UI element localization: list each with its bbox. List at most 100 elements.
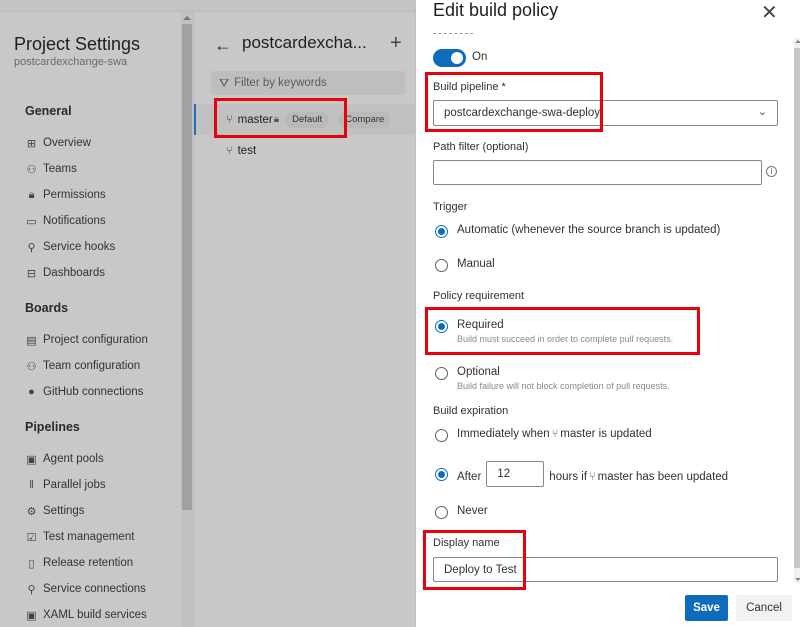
test-management-icon: ☑ bbox=[26, 531, 37, 544]
policy-requirement-label: Policy requirement bbox=[433, 290, 525, 302]
display-name-label: Display name bbox=[433, 537, 500, 549]
path-filter-input[interactable] bbox=[433, 160, 762, 185]
parallel-jobs-icon: ‖ bbox=[29, 479, 34, 491]
radio-selected[interactable] bbox=[435, 225, 448, 238]
build-pipeline-dropdown[interactable]: postcardexchange-swa-deploy ⌄ bbox=[433, 100, 778, 126]
enabled-label-clipped bbox=[433, 33, 473, 34]
scroll-up-arrow-icon[interactable] bbox=[183, 16, 191, 20]
path-filter-label: Path filter (optional) bbox=[433, 141, 529, 153]
team-configuration-icon: ⚇ bbox=[26, 360, 37, 373]
branch-row-master[interactable]: ⑂ master 🔒︎ Default Compare bbox=[194, 104, 415, 135]
sidebar-item-agent-pools[interactable]: ▣ Agent pools bbox=[25, 451, 103, 467]
sidebar-item-service-connections[interactable]: ⚲ Service connections bbox=[25, 581, 145, 597]
back-arrow-icon[interactable]: ← bbox=[214, 35, 232, 56]
panel-title: Edit build policy bbox=[433, 0, 559, 20]
radio-unselected[interactable] bbox=[435, 506, 448, 519]
build-pipeline-label: Build pipeline * bbox=[433, 81, 506, 93]
compare-button[interactable]: Compare bbox=[338, 111, 392, 128]
service-hooks-icon: ⚲ bbox=[27, 241, 36, 254]
add-branch-button[interactable]: + bbox=[390, 32, 402, 55]
sidebar-item-project-configuration[interactable]: ▤ Project configuration bbox=[25, 332, 148, 348]
service-connections-icon: ⚲ bbox=[27, 583, 36, 596]
branches-pane: ← postcardexcha... + ⛛ Filter by keyword… bbox=[194, 12, 415, 627]
sidebar-item-service-hooks[interactable]: ⚲ Service hooks bbox=[25, 239, 115, 255]
edit-build-policy-panel: Edit build policy ✕ On Build pipeline * … bbox=[415, 0, 800, 627]
sidebar-item-teams[interactable]: ⚇ Teams bbox=[25, 161, 77, 177]
branch-icon: ⑂ bbox=[551, 428, 559, 440]
sidebar-item-release-retention[interactable]: ▯ Release retention bbox=[25, 555, 133, 571]
save-button[interactable]: Save bbox=[685, 595, 728, 621]
chevron-down-icon: ⌄ bbox=[757, 106, 767, 118]
project-configuration-icon: ▤ bbox=[26, 334, 37, 347]
scroll-up-arrow-icon[interactable] bbox=[795, 40, 800, 43]
sidebar-title: Project Settings bbox=[14, 34, 141, 54]
policy-optional-radio[interactable]: Optional Build failure will not block co… bbox=[435, 366, 670, 391]
scroll-down-arrow-icon[interactable] bbox=[795, 578, 800, 581]
lock-icon: 🔒︎ bbox=[28, 188, 35, 201]
branch-icon: ⑂ bbox=[226, 144, 233, 157]
lock-icon: 🔒︎ bbox=[273, 114, 280, 125]
cancel-button[interactable]: Cancel bbox=[736, 595, 792, 621]
trigger-automatic-radio[interactable]: Automatic (whenever the source branch is… bbox=[435, 224, 720, 238]
sidebar-item-overview[interactable]: ⊞ Overview bbox=[25, 135, 91, 151]
panel-scrollbar[interactable] bbox=[794, 38, 800, 583]
expiration-after-radio[interactable]: After 12 hours if ⑂ master has been upda… bbox=[435, 461, 728, 487]
close-icon[interactable]: ✕ bbox=[761, 0, 778, 25]
toggle-knob bbox=[451, 52, 463, 64]
agent-pools-icon: ▣ bbox=[26, 453, 37, 466]
expiration-hours-input[interactable]: 12 bbox=[486, 461, 545, 487]
section-general: General bbox=[25, 104, 72, 118]
repo-title: postcardexcha... bbox=[242, 33, 367, 52]
optional-description: Build failure will not block completion … bbox=[457, 381, 670, 391]
notifications-icon: ▭ bbox=[26, 215, 37, 228]
radio-unselected[interactable] bbox=[435, 429, 448, 442]
info-icon[interactable]: i bbox=[766, 166, 777, 177]
teams-icon: ⚇ bbox=[26, 163, 37, 176]
panel-scrollbar-thumb[interactable] bbox=[794, 48, 800, 568]
project-name: postcardexchange-swa bbox=[14, 56, 128, 68]
sidebar-item-test-management[interactable]: ☑ Test management bbox=[25, 529, 135, 545]
sidebar-item-xaml-build-services[interactable]: ▣ XAML build services bbox=[25, 607, 146, 623]
sidebar-item-notifications[interactable]: ▭ Notifications bbox=[25, 213, 105, 229]
filter-input[interactable]: ⛛ Filter by keywords bbox=[211, 71, 405, 95]
branch-icon: ⑂ bbox=[226, 113, 233, 126]
trigger-manual-radio[interactable]: Manual bbox=[435, 258, 495, 272]
build-pipeline-value: postcardexchange-swa-deploy bbox=[444, 107, 600, 119]
sidebar-item-dashboards[interactable]: ⊟ Dashboards bbox=[25, 265, 105, 281]
sidebar-item-parallel-jobs[interactable]: ‖ Parallel jobs bbox=[25, 477, 105, 493]
overview-icon: ⊞ bbox=[26, 137, 37, 150]
display-name-input[interactable]: Deploy to Test bbox=[433, 557, 778, 582]
toggle-state-label: On bbox=[472, 51, 488, 63]
branch-row-test[interactable]: ⑂ test bbox=[194, 135, 415, 166]
default-badge: Default bbox=[285, 111, 330, 128]
expiration-immediately-radio[interactable]: Immediately when ⑂ master is updated bbox=[435, 428, 652, 442]
trigger-label: Trigger bbox=[433, 201, 468, 213]
filter-icon: ⛛ bbox=[219, 75, 230, 90]
sidebar-item-team-configuration[interactable]: ⚇ Team configuration bbox=[25, 358, 141, 374]
branch-name: test bbox=[237, 144, 257, 157]
section-pipelines: Pipelines bbox=[25, 420, 80, 434]
policy-required-radio[interactable]: Required Build must succeed in order to … bbox=[435, 319, 673, 344]
sidebar-item-settings[interactable]: ⚙ Settings bbox=[25, 503, 85, 519]
branch-icon: ⑂ bbox=[589, 471, 596, 483]
sidebar-item-github-connections[interactable]: ● GitHub connections bbox=[25, 384, 143, 400]
sidebar-scrollbar[interactable] bbox=[181, 12, 193, 627]
radio-selected[interactable] bbox=[435, 468, 448, 481]
gear-icon: ⚙ bbox=[26, 505, 37, 518]
filter-placeholder: Filter by keywords bbox=[234, 77, 327, 89]
radio-unselected[interactable] bbox=[435, 367, 448, 380]
expiration-never-radio[interactable]: Never bbox=[435, 505, 488, 519]
required-description: Build must succeed in order to complete … bbox=[457, 334, 674, 344]
radio-unselected[interactable] bbox=[435, 259, 448, 272]
enabled-toggle[interactable] bbox=[433, 49, 466, 67]
xaml-build-icon: ▣ bbox=[26, 609, 37, 622]
top-strip bbox=[0, 0, 415, 12]
sidebar-scrollbar-thumb[interactable] bbox=[182, 24, 192, 510]
radio-selected[interactable] bbox=[435, 320, 448, 333]
project-settings-sidebar: Project Settings postcardexchange-swa Ge… bbox=[0, 12, 181, 627]
dashboards-icon: ⊟ bbox=[26, 267, 37, 280]
sidebar-item-permissions[interactable]: 🔒︎ Permissions bbox=[25, 187, 106, 203]
build-expiration-label: Build expiration bbox=[433, 405, 509, 417]
branch-name: master bbox=[237, 113, 273, 126]
release-retention-icon: ▯ bbox=[28, 557, 35, 570]
